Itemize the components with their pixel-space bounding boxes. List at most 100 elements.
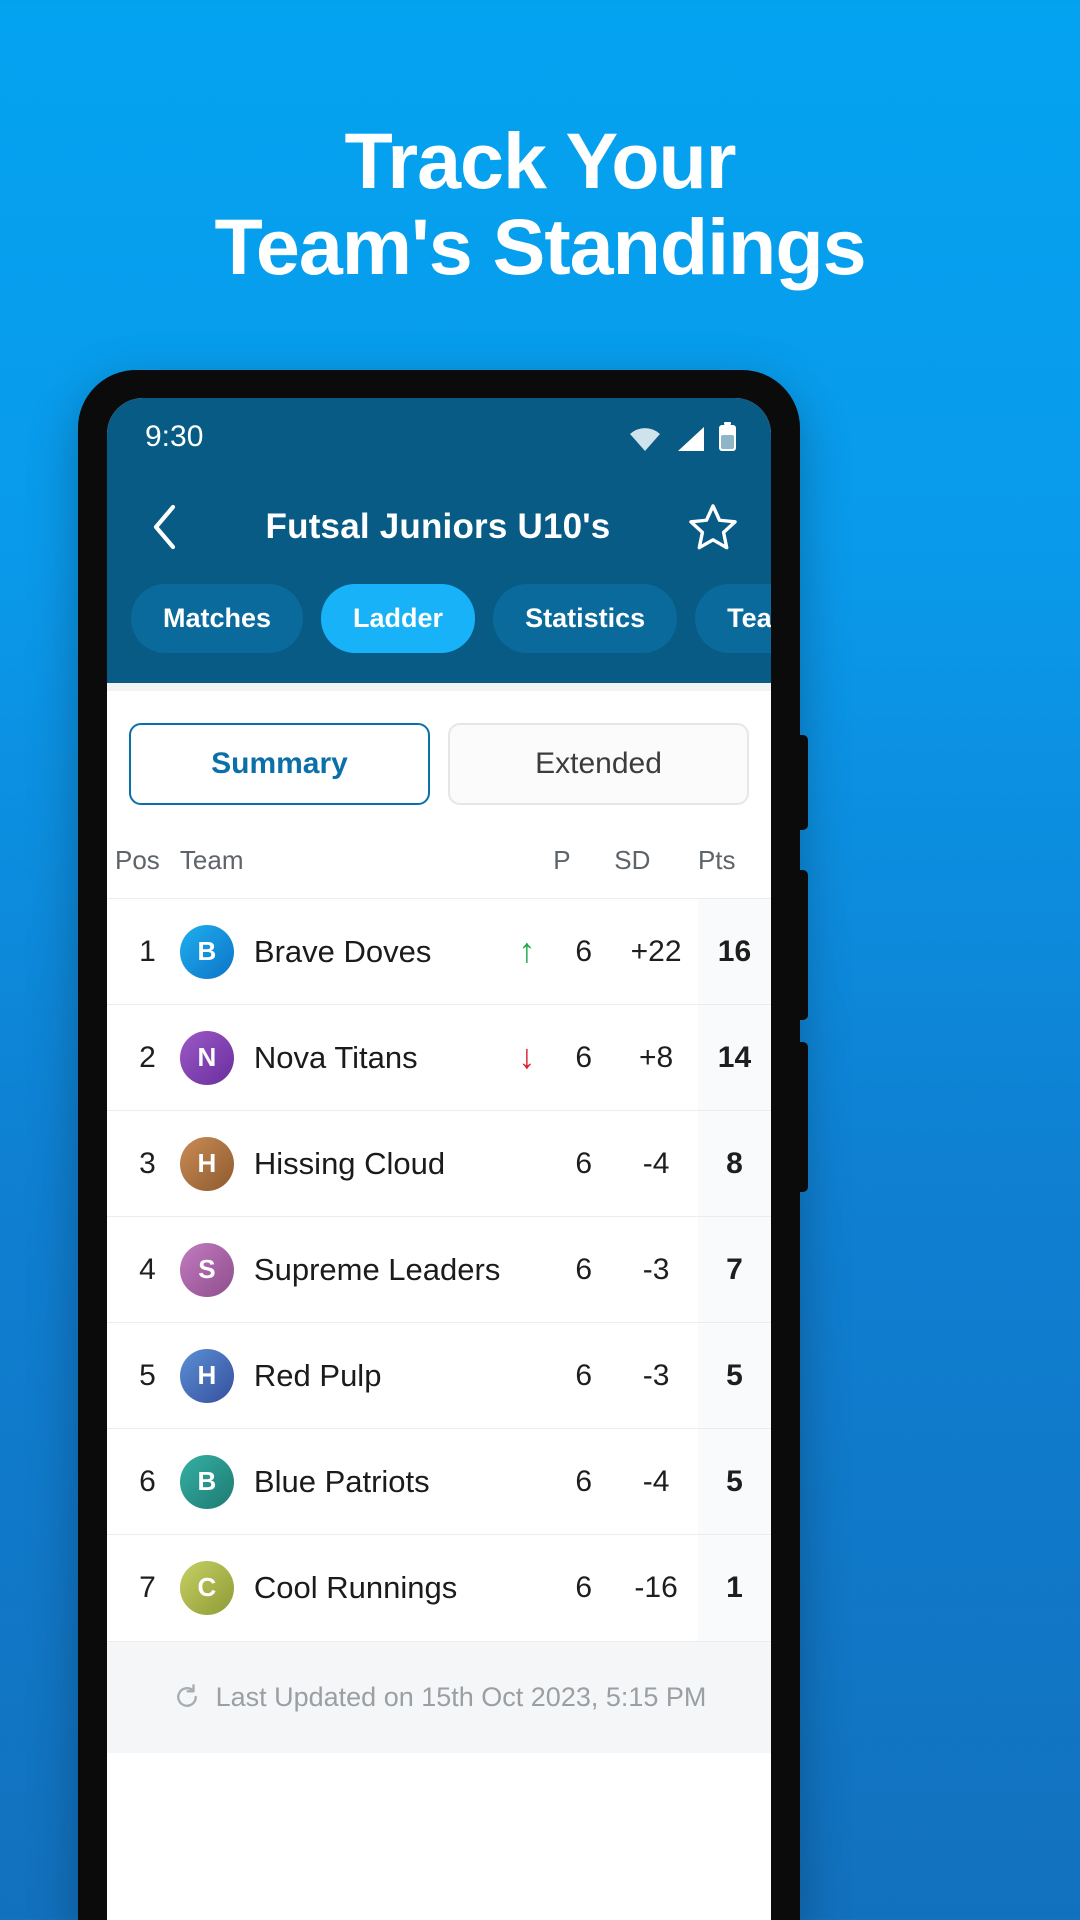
- cell-score-difference: -4: [614, 1110, 698, 1217]
- cell-movement-empty: [500, 1428, 554, 1535]
- table-header-row: Pos Team P SD Pts: [107, 831, 771, 899]
- avatar: B: [179, 924, 234, 979]
- app-header: 9:30 Futsal Juniors U10's Matches Ladder…: [107, 398, 771, 683]
- cell-points: 5: [697, 1428, 771, 1535]
- phone-side-button-volume: [798, 870, 808, 1020]
- status-bar: 9:30: [107, 398, 771, 476]
- team-name: Blue Patriots: [253, 1463, 430, 1499]
- content-divider: [107, 683, 771, 691]
- segment-extended[interactable]: Extended: [448, 723, 749, 805]
- team-cell: H Red Pulp: [179, 1348, 500, 1403]
- ladder-table: Pos Team P SD Pts 1 B Brave Doves ↑ 6 +22 16 2 N…: [107, 831, 771, 1641]
- cell-score-difference: +8: [614, 1004, 698, 1111]
- column-header-played: P: [553, 845, 571, 875]
- phone-screen: 9:30 Futsal Juniors U10's Matches Ladder…: [107, 398, 771, 1920]
- cell-position: 1: [107, 898, 180, 1005]
- cell-movement-empty: [500, 1534, 554, 1641]
- cell-score-difference: -3: [614, 1322, 698, 1429]
- cell-score-difference: -3: [614, 1216, 698, 1323]
- movement-down-icon: ↓: [500, 1004, 554, 1111]
- team-name: Red Pulp: [253, 1357, 382, 1393]
- cell-played: 6: [553, 1428, 615, 1535]
- cell-team: B Brave Doves: [179, 898, 501, 1005]
- team-cell: C Cool Runnings: [179, 1560, 500, 1615]
- cell-movement-empty: [500, 1322, 554, 1429]
- table-row[interactable]: 2 N Nova Titans ↓ 6 +8 14: [107, 1004, 771, 1111]
- column-header-pos: Pos: [115, 845, 160, 875]
- cell-points: 7: [697, 1216, 771, 1323]
- cell-position: 3: [107, 1110, 180, 1217]
- cell-team: B Blue Patriots: [179, 1428, 501, 1535]
- avatar: H: [179, 1136, 234, 1191]
- phone-side-button-power: [798, 1042, 808, 1192]
- column-header-sd: SD: [614, 845, 651, 875]
- team-cell: N Nova Titans: [179, 1030, 500, 1085]
- team-cell: B Blue Patriots: [179, 1454, 500, 1509]
- avatar: N: [179, 1030, 234, 1085]
- cell-points: 14: [697, 1004, 771, 1111]
- avatar: S: [179, 1242, 234, 1297]
- status-bar-clock: 9:30: [145, 420, 204, 453]
- status-bar-icons: [628, 422, 737, 452]
- tab-ladder[interactable]: Ladder: [321, 584, 476, 653]
- ladder-table-head: Pos Team P SD Pts: [107, 831, 771, 899]
- cell-score-difference: -4: [614, 1428, 698, 1535]
- column-header-movement: [500, 831, 553, 899]
- table-row[interactable]: 3 H Hissing Cloud 6 -4 8: [107, 1110, 771, 1217]
- cell-movement-empty: [500, 1110, 554, 1217]
- cell-position: 6: [107, 1428, 180, 1535]
- cell-points: 16: [697, 898, 771, 1005]
- cell-score-difference: -16: [614, 1534, 698, 1641]
- promo-headline: Track Your Team's Standings: [0, 116, 1080, 290]
- cell-movement-empty: [500, 1216, 554, 1323]
- tab-teams[interactable]: Teams: [695, 584, 771, 653]
- cell-team: H Red Pulp: [179, 1322, 501, 1429]
- cell-position: 5: [107, 1322, 180, 1429]
- segment-summary[interactable]: Summary: [129, 723, 430, 805]
- cell-points: 5: [697, 1322, 771, 1429]
- cell-score-difference: +22: [614, 898, 698, 1005]
- table-row[interactable]: 5 H Red Pulp 6 -3 5: [107, 1322, 771, 1429]
- avatar: C: [179, 1560, 234, 1615]
- cell-played: 6: [553, 1534, 615, 1641]
- table-row[interactable]: 4 S Supreme Leaders 6 -3 7: [107, 1216, 771, 1323]
- favorite-button[interactable]: [685, 499, 741, 555]
- cell-played: 6: [553, 1216, 615, 1323]
- team-name: Hissing Cloud: [253, 1145, 446, 1181]
- cell-played: 6: [553, 898, 615, 1005]
- cell-team: H Hissing Cloud: [179, 1110, 501, 1217]
- column-header-pts: Pts: [697, 845, 736, 875]
- team-name: Nova Titans: [253, 1039, 418, 1075]
- section-tabs: Matches Ladder Statistics Teams: [107, 578, 771, 681]
- tab-matches[interactable]: Matches: [131, 584, 304, 653]
- cell-team: C Cool Runnings: [179, 1534, 501, 1641]
- cell-team: N Nova Titans: [179, 1004, 501, 1111]
- team-name: Cool Runnings: [253, 1569, 458, 1605]
- table-row[interactable]: 1 B Brave Doves ↑ 6 +22 16: [107, 898, 771, 1005]
- team-cell: B Brave Doves: [179, 924, 500, 979]
- table-row[interactable]: 6 B Blue Patriots 6 -4 5: [107, 1428, 771, 1535]
- ladder-table-body: 1 B Brave Doves ↑ 6 +22 16 2 N Nova Titans ↓ 6 +8 14 3…: [107, 898, 771, 1641]
- star-outline-icon: [689, 504, 737, 550]
- avatar: H: [179, 1348, 234, 1403]
- chevron-left-icon: [153, 504, 176, 550]
- back-button[interactable]: [139, 501, 191, 553]
- page-title: Futsal Juniors U10's: [265, 507, 611, 546]
- cell-position: 7: [107, 1534, 180, 1641]
- table-row[interactable]: 7 C Cool Runnings 6 -16 1: [107, 1534, 771, 1641]
- team-name: Supreme Leaders: [253, 1251, 501, 1287]
- battery-icon: [719, 422, 736, 451]
- signal-icon: [678, 427, 704, 451]
- promo-line-1: Track Your: [344, 116, 736, 205]
- team-cell: H Hissing Cloud: [179, 1136, 500, 1191]
- cell-points: 8: [697, 1110, 771, 1217]
- cell-played: 6: [553, 1004, 615, 1111]
- cell-played: 6: [553, 1322, 615, 1429]
- tab-statistics[interactable]: Statistics: [493, 584, 678, 653]
- last-updated-text: Last Updated on 15th Oct 2023, 5:15 PM: [215, 1681, 707, 1712]
- phone-side-button-mute: [798, 735, 808, 830]
- ladder-content: Summary Extended Pos Team P SD Pts 1 B Bra…: [107, 683, 771, 1920]
- avatar: B: [179, 1454, 234, 1509]
- title-bar: Futsal Juniors U10's: [107, 476, 771, 578]
- ladder-view-toggle: Summary Extended: [107, 691, 771, 831]
